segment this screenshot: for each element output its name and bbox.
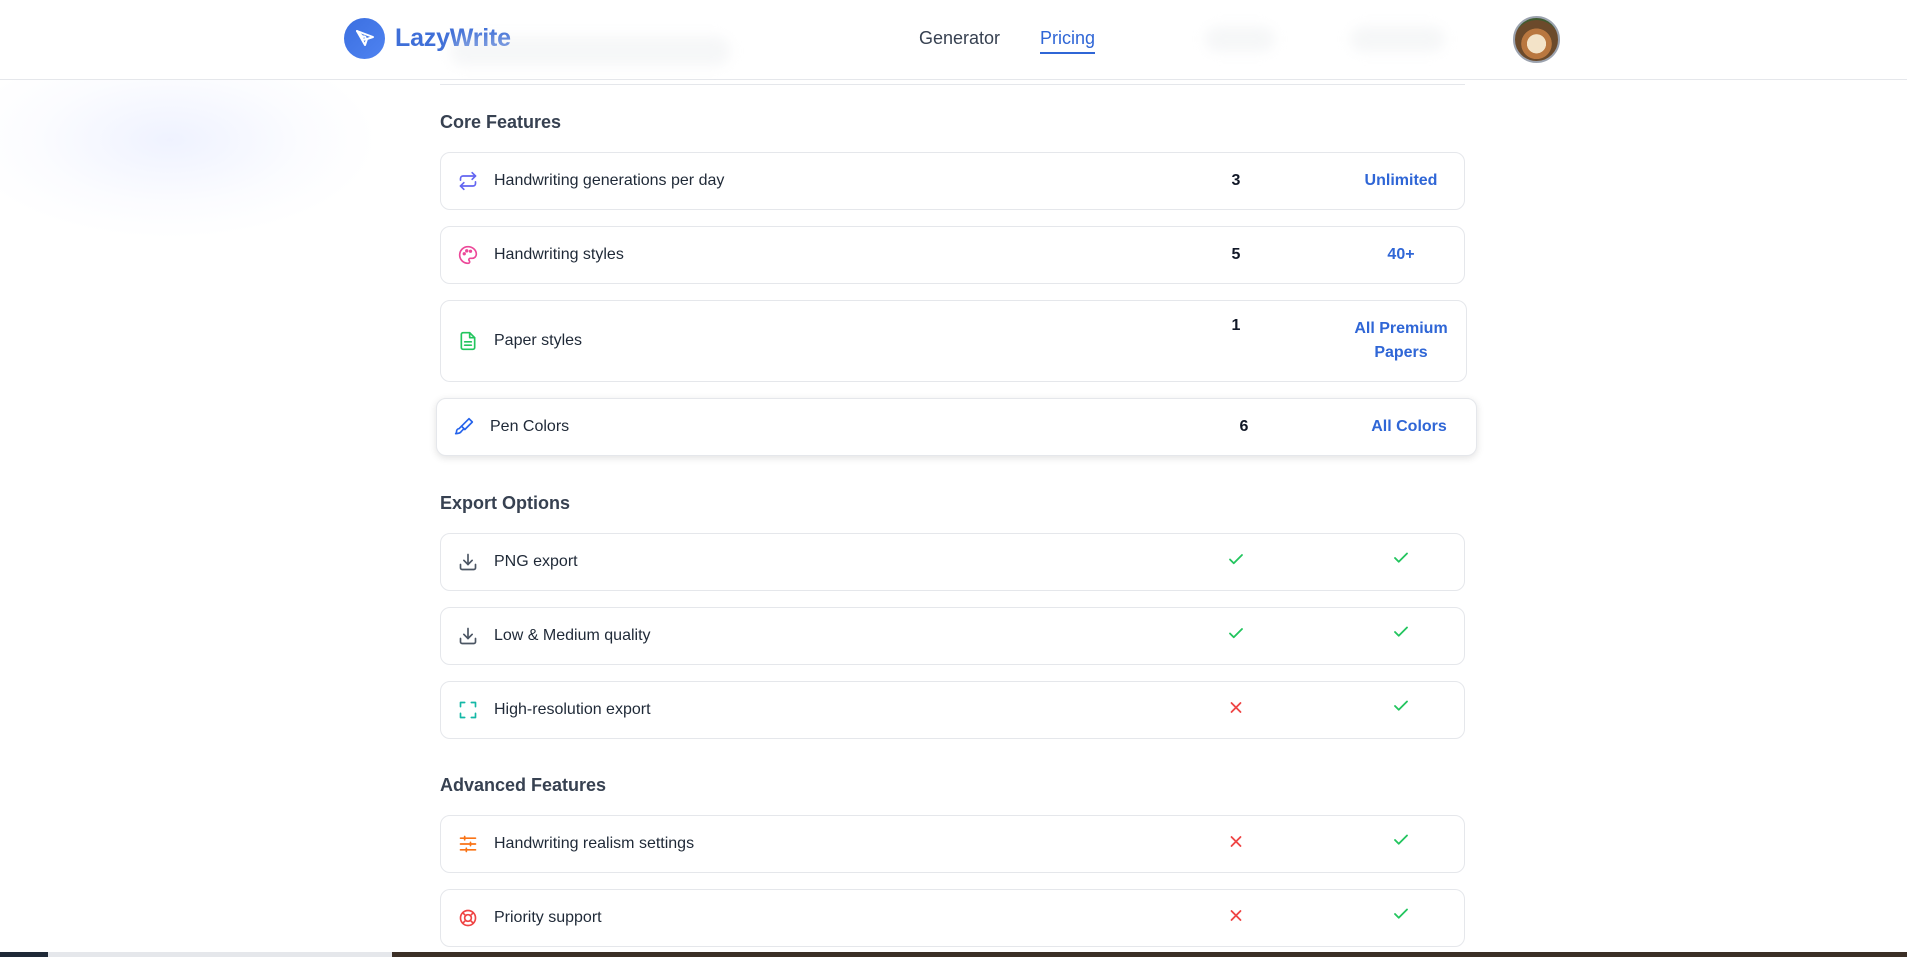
free-value: 3 <box>1231 172 1241 189</box>
feature-row: Handwriting realism settings <box>440 815 1465 873</box>
free-value: 5 <box>1231 246 1241 263</box>
check-icon <box>1336 549 1466 575</box>
feature-row: High-resolution export <box>440 681 1465 739</box>
header-placeholder <box>1350 26 1445 52</box>
pro-value: 40+ <box>1387 246 1415 263</box>
expand-icon <box>457 699 479 721</box>
section-title-export: Export Options <box>440 493 570 513</box>
check-icon <box>1336 623 1466 649</box>
check-icon <box>1336 905 1466 931</box>
feature-label: Handwriting generations per day <box>494 172 725 189</box>
feature-label: Pen Colors <box>490 418 570 435</box>
repeat-icon <box>457 170 479 192</box>
check-icon <box>1196 625 1276 648</box>
document-icon <box>457 330 479 352</box>
taskbar-strip <box>0 952 1907 957</box>
main-nav: Generator Pricing <box>919 28 1096 54</box>
feature-row: Low & Medium quality <box>440 607 1465 665</box>
feature-label: Low & Medium quality <box>494 627 651 644</box>
cross-icon <box>1196 907 1276 930</box>
pro-value: All Premium Papers <box>1354 320 1448 361</box>
feature-label: Handwriting styles <box>494 246 624 263</box>
cross-icon <box>1196 833 1276 856</box>
free-value: 1 <box>1231 317 1241 334</box>
section-title-advanced: Advanced Features <box>440 775 607 795</box>
divider <box>440 84 1465 85</box>
nav-pricing[interactable]: Pricing <box>1040 28 1096 54</box>
palette-icon <box>457 244 479 266</box>
check-icon <box>1196 551 1276 574</box>
feature-row: Pen Colors 6 All Colors <box>436 398 1477 456</box>
lifebuoy-icon <box>457 907 479 929</box>
check-icon <box>1336 831 1466 857</box>
feature-label: Priority support <box>494 909 602 926</box>
feature-label: Paper styles <box>494 332 583 349</box>
pro-value: All Colors <box>1371 418 1447 435</box>
download-icon <box>457 551 479 573</box>
feature-label: Handwriting realism settings <box>494 835 695 852</box>
header-placeholder <box>1205 26 1275 52</box>
nav-generator[interactable]: Generator <box>919 28 1000 54</box>
feature-row: Priority support <box>440 889 1465 947</box>
pro-value: Unlimited <box>1364 172 1438 189</box>
brush-icon <box>453 416 475 438</box>
feature-label: PNG export <box>494 553 578 570</box>
user-avatar[interactable] <box>1513 16 1560 63</box>
feature-row: Handwriting styles 5 40+ <box>440 226 1465 284</box>
feature-label: High-resolution export <box>494 701 651 718</box>
download-icon <box>457 625 479 647</box>
feature-row: Paper styles 1 All Premium Papers <box>440 300 1467 382</box>
cross-icon <box>1196 699 1276 722</box>
top-navbar: LazyWrite Generator Pricing <box>0 0 1907 80</box>
sliders-icon <box>457 833 479 855</box>
section-title-core: Core Features <box>440 112 562 132</box>
header-placeholder <box>450 36 730 66</box>
pen-nib-icon <box>344 18 385 59</box>
free-value: 6 <box>1239 418 1249 435</box>
feature-row: PNG export <box>440 533 1465 591</box>
feature-row: Handwriting generations per day 3 Unlimi… <box>440 152 1465 210</box>
check-icon <box>1336 697 1466 723</box>
